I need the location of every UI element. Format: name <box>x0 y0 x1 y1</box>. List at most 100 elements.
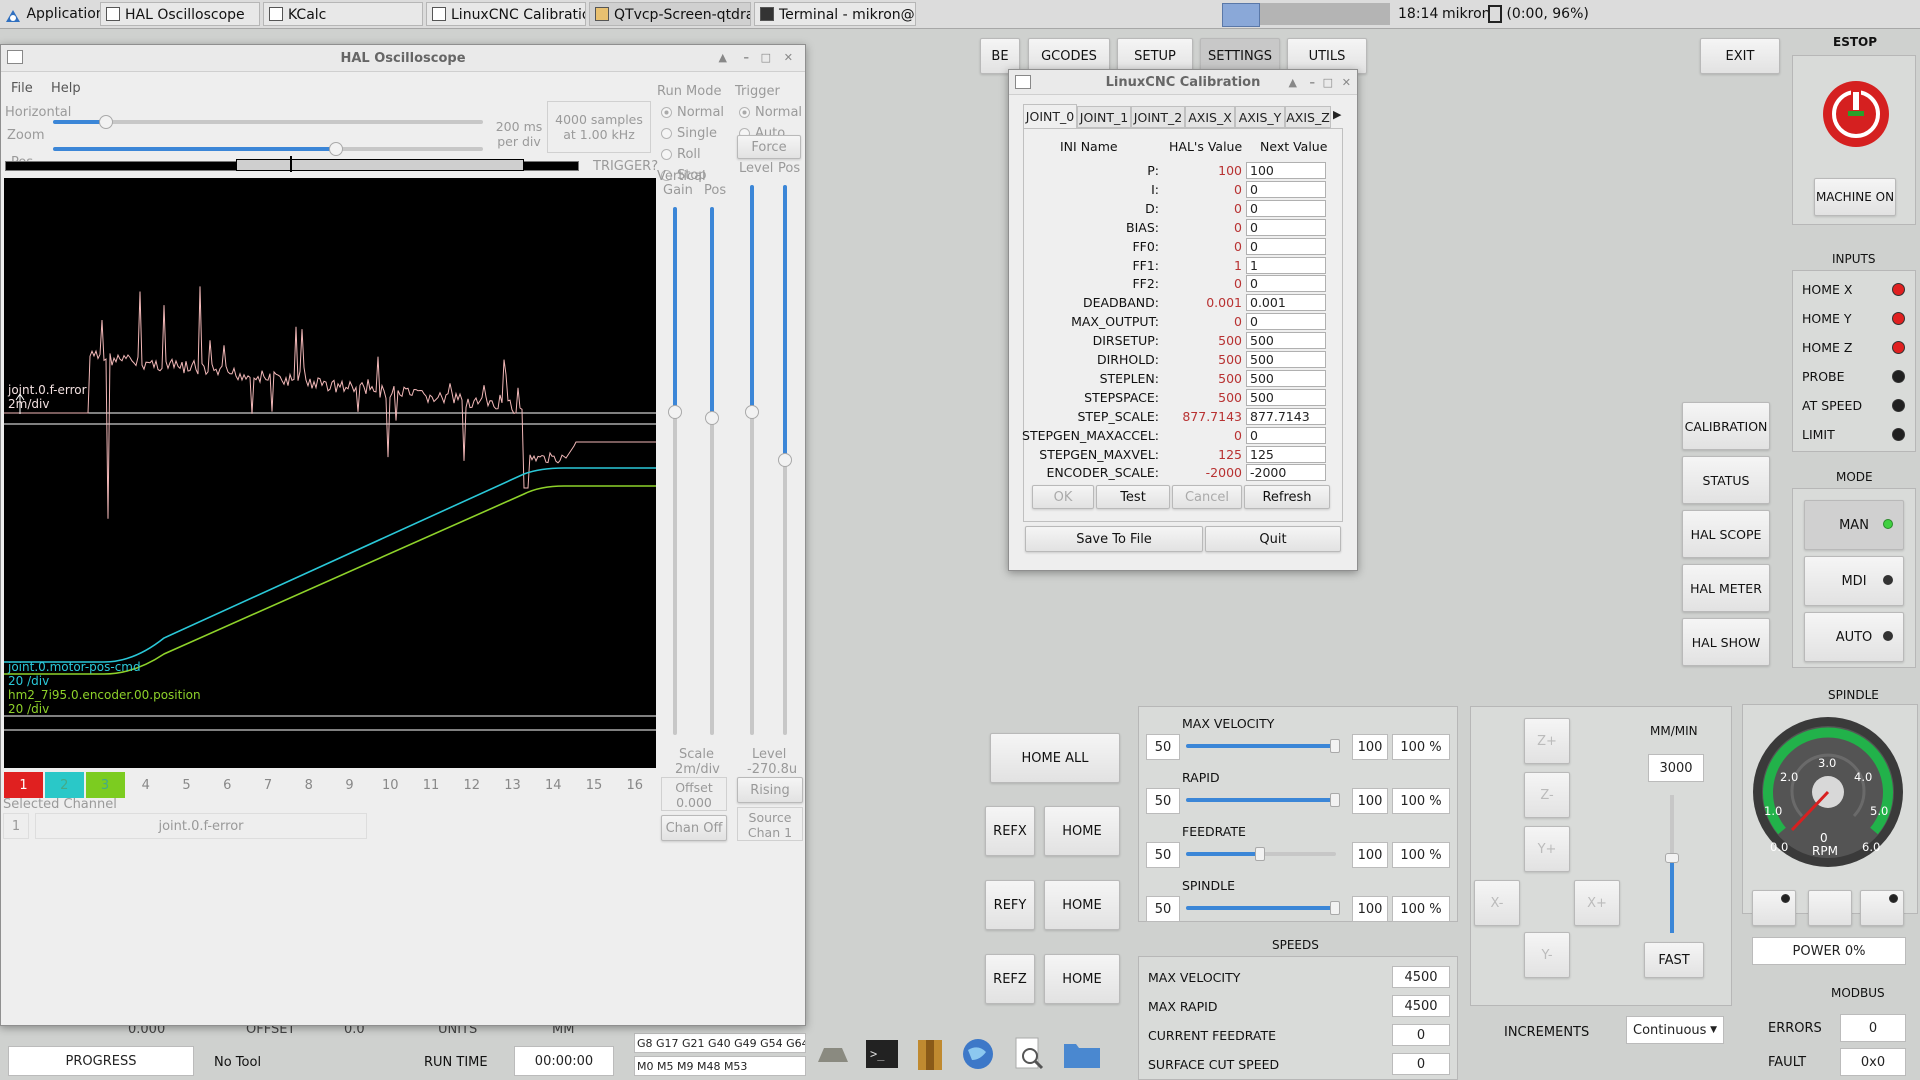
channel-button-1[interactable]: 1 <box>4 772 43 798</box>
trigger-mode-option[interactable]: Normal <box>755 105 802 120</box>
home-x-button[interactable]: HOME <box>1044 806 1120 856</box>
trigger-level-slider[interactable] <box>745 185 759 735</box>
channel-button-10[interactable]: 10 <box>371 772 410 798</box>
machine-on-button[interactable]: MACHINE ON <box>1814 178 1896 216</box>
maximize-icon[interactable]: □ <box>761 51 771 64</box>
run-mode-radio[interactable] <box>661 107 672 118</box>
refz-button[interactable]: REFZ <box>985 954 1035 1004</box>
home-y-button[interactable]: HOME <box>1044 880 1120 930</box>
side-button-hal-scope[interactable]: HAL SCOPE <box>1682 510 1770 558</box>
override-slider[interactable] <box>1186 793 1346 807</box>
home-all-button[interactable]: HOME ALL <box>990 733 1120 783</box>
estop-button[interactable] <box>1822 80 1890 148</box>
source-button[interactable]: Source Chan 1 <box>737 807 803 841</box>
scope-display[interactable]: joint.0.f-error 2m/div joint.0.motor-pos… <box>4 178 656 768</box>
channel-button-8[interactable]: 8 <box>289 772 328 798</box>
archive-icon[interactable] <box>912 1036 948 1072</box>
side-button-status[interactable]: STATUS <box>1682 456 1770 504</box>
channel-button-12[interactable]: 12 <box>452 772 491 798</box>
applications-menu[interactable]: Applications <box>4 0 112 28</box>
gain-slider[interactable] <box>668 207 682 735</box>
jog-y-minus-button[interactable]: Y- <box>1524 932 1570 978</box>
refx-button[interactable]: REFX <box>985 806 1035 856</box>
task-kcalc[interactable]: KCalc <box>263 2 423 26</box>
tab-axis_z[interactable]: AXIS_Z <box>1285 106 1331 128</box>
browser-icon[interactable] <box>960 1036 996 1072</box>
test-button[interactable]: Test <box>1096 485 1170 509</box>
channel-button-4[interactable]: 4 <box>126 772 165 798</box>
close-icon[interactable]: ✕ <box>784 51 793 64</box>
record-window-bar[interactable] <box>5 156 579 172</box>
channel-button-9[interactable]: 9 <box>330 772 369 798</box>
refresh-button[interactable]: Refresh <box>1244 485 1330 509</box>
cancel-button[interactable]: Cancel <box>1172 485 1242 509</box>
next-value-input[interactable]: 0 <box>1246 218 1326 236</box>
tab-joint_0[interactable]: JOINT_0 <box>1023 104 1077 128</box>
spindle-ccw-button[interactable] <box>1752 890 1796 926</box>
channel-button-13[interactable]: 13 <box>493 772 532 798</box>
run-mode-radio[interactable] <box>661 128 672 139</box>
user-name[interactable]: mikron <box>1442 0 1491 28</box>
override-max-button[interactable]: 100 <box>1352 788 1388 814</box>
increments-select[interactable]: Continuous ▼ <box>1626 1016 1724 1044</box>
channel-button-14[interactable]: 14 <box>534 772 573 798</box>
mode-mdi-button[interactable]: MDI <box>1804 556 1904 606</box>
run-mode-option[interactable]: Normal <box>677 105 724 120</box>
mode-auto-button[interactable]: AUTO <box>1804 612 1904 662</box>
clock[interactable]: 18:14 <box>1398 0 1438 28</box>
run-mode-option[interactable]: Single <box>677 126 717 141</box>
task-hal-oscilloscope[interactable]: HAL Oscilloscope <box>100 2 260 26</box>
jog-y-plus-button[interactable]: Y+ <box>1524 826 1570 872</box>
jog-rate-slider[interactable] <box>1665 795 1679 933</box>
override-slider[interactable] <box>1186 847 1346 861</box>
quit-button[interactable]: Quit <box>1205 526 1341 552</box>
terminal-icon[interactable]: >_ <box>864 1036 900 1072</box>
override-max-button[interactable]: 100 <box>1352 842 1388 868</box>
next-value-input[interactable]: 500 <box>1246 332 1326 350</box>
tab-joint_2[interactable]: JOINT_2 <box>1131 106 1185 128</box>
jog-x-plus-button[interactable]: X+ <box>1574 880 1620 926</box>
task-terminal[interactable]: Terminal - mikron@mik... <box>754 2 916 26</box>
minimize-icon[interactable]: – <box>744 51 750 64</box>
ok-button[interactable]: OK <box>1032 485 1094 509</box>
override-min-button[interactable]: 50 <box>1146 734 1180 760</box>
next-value-input[interactable]: 0 <box>1246 237 1326 255</box>
workspace-switcher[interactable] <box>1222 3 1260 27</box>
channel-button-5[interactable]: 5 <box>167 772 206 798</box>
next-value-input[interactable]: 0 <box>1246 426 1326 444</box>
trigger-pos-slider[interactable] <box>778 185 792 735</box>
next-value-input[interactable]: -2000 <box>1246 464 1326 482</box>
home-z-button[interactable]: HOME <box>1044 954 1120 1004</box>
mode-man-button[interactable]: MAN <box>1804 500 1904 550</box>
next-value-input[interactable]: 0 <box>1246 275 1326 293</box>
workspace-area[interactable] <box>1260 3 1390 25</box>
next-value-input[interactable]: 0.001 <box>1246 294 1326 312</box>
fast-button[interactable]: FAST <box>1644 942 1704 978</box>
override-slider[interactable] <box>1186 739 1346 753</box>
jog-rate-value[interactable]: 3000 <box>1648 754 1704 782</box>
jog-z-plus-button[interactable]: Z+ <box>1524 718 1570 764</box>
run-mode-radio[interactable] <box>661 149 672 160</box>
channel-button-7[interactable]: 7 <box>249 772 288 798</box>
spindle-cw-button[interactable] <box>1860 890 1904 926</box>
tab-axis_y[interactable]: AXIS_Y <box>1235 106 1285 128</box>
selected-channel-name[interactable]: joint.0.f-error <box>35 813 367 839</box>
calibration-titlebar[interactable]: LinuxCNC Calibration ▲ – □ ✕ <box>1009 70 1357 95</box>
hardware-icon[interactable] <box>814 1036 850 1072</box>
task-linuxcnc-calibration[interactable]: LinuxCNC Calibration <box>426 2 586 26</box>
shade-icon[interactable]: ▲ <box>1289 76 1297 89</box>
channel-button-2[interactable]: 2 <box>44 772 84 798</box>
next-value-input[interactable]: 500 <box>1246 369 1326 387</box>
next-value-input[interactable]: 100 <box>1246 162 1326 179</box>
shade-icon[interactable]: ▲ <box>719 51 727 64</box>
chan-off-button[interactable]: Chan Off <box>661 815 727 841</box>
channel-button-3[interactable]: 3 <box>85 772 125 798</box>
tab-joint_1[interactable]: JOINT_1 <box>1077 106 1131 128</box>
window-menu-icon[interactable] <box>7 50 23 64</box>
rising-button[interactable]: Rising <box>737 777 803 803</box>
side-button-hal-meter[interactable]: HAL METER <box>1682 564 1770 612</box>
override-min-button[interactable]: 50 <box>1146 896 1180 922</box>
next-value-input[interactable]: 0 <box>1246 313 1326 331</box>
force-button[interactable]: Force <box>737 135 801 159</box>
channel-button-15[interactable]: 15 <box>575 772 614 798</box>
